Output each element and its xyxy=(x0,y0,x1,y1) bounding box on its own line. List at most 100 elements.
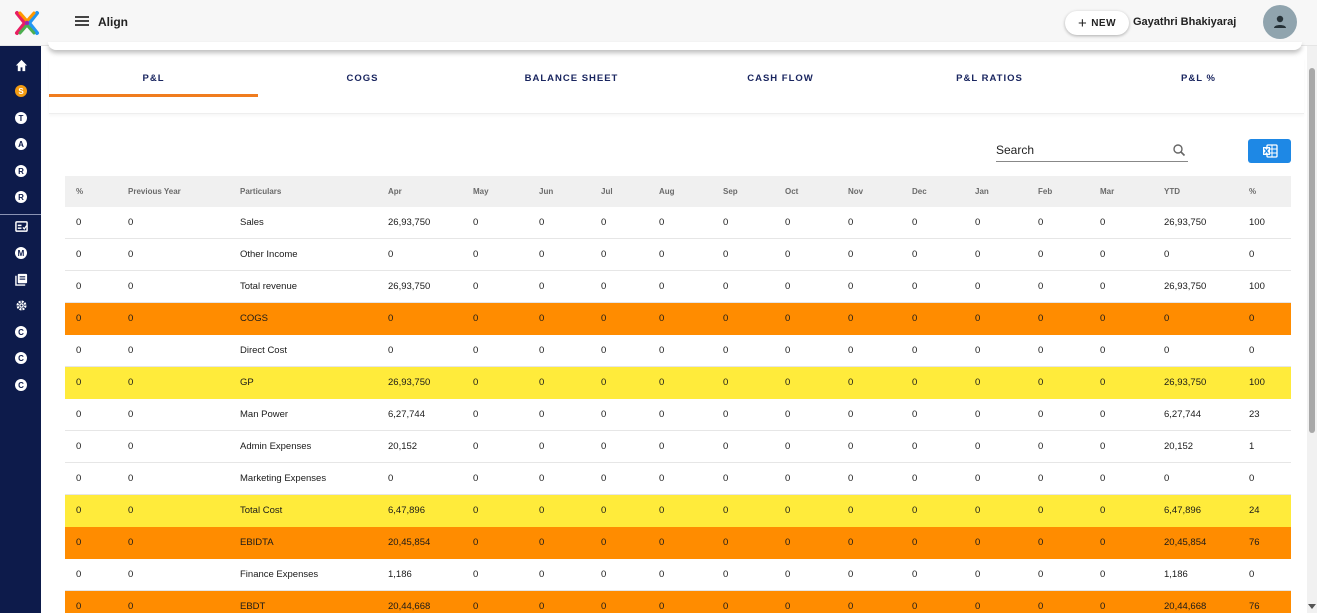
cell-jun-col: 0 xyxy=(539,281,545,292)
header-dec-col: Dec xyxy=(912,187,927,196)
cell-jun-col: 0 xyxy=(539,249,545,260)
app-logo-icon[interactable] xyxy=(14,10,40,36)
cell-mar-col: 0 xyxy=(1100,505,1106,516)
scroll-down-arrow-icon[interactable] xyxy=(1308,604,1316,609)
cell-sep-col: 0 xyxy=(723,601,729,612)
cell-jan-col: 0 xyxy=(975,601,981,612)
cell-oct-col: 0 xyxy=(785,601,791,612)
cell-oct-col: 0 xyxy=(785,569,791,580)
cell-dec-col: 0 xyxy=(912,409,918,420)
tab-cash-flow[interactable]: CASH FLOW xyxy=(676,58,885,98)
cell-jul-col: 0 xyxy=(601,409,607,420)
cell-jun-col: 0 xyxy=(539,601,545,612)
cell-pct-col: 0 xyxy=(76,505,82,516)
table-row: 0 0 COGS 0 0 0 0 0 0 0 0 0 0 0 0 0 0 xyxy=(65,303,1291,335)
cell-previous-year-col: 0 xyxy=(128,249,134,260)
cell-ytd-col: 26,93,750 xyxy=(1164,217,1207,228)
cell-ytd-pct-col: 76 xyxy=(1249,537,1260,548)
sidebar-item-a[interactable]: A xyxy=(14,137,28,151)
sidebar-item-library[interactable] xyxy=(14,272,28,286)
table-body: 0 0 Sales 26,93,750 0 0 0 0 0 0 0 0 0 0 0 26,93,750 100 0… xyxy=(65,207,1291,613)
header-mar-col: Mar xyxy=(1100,187,1115,196)
sidebar-item-c3[interactable]: C xyxy=(14,378,28,392)
tab-pnl-percent[interactable]: P&L % xyxy=(1094,58,1303,98)
header-ytd-pct-col: % xyxy=(1249,187,1257,196)
search-icon[interactable] xyxy=(1172,143,1186,157)
tab-cogs[interactable]: COGS xyxy=(258,58,467,98)
sidebar-item-dashboard[interactable] xyxy=(14,219,28,233)
cell-ytd-pct-col: 23 xyxy=(1249,409,1260,420)
cell-ytd-pct-col: 0 xyxy=(1249,345,1255,356)
search-input[interactable] xyxy=(996,140,1166,160)
sidebar-item-m[interactable]: M xyxy=(14,246,28,260)
cell-pct-col: 0 xyxy=(76,217,82,228)
cell-jul-col: 0 xyxy=(601,313,607,324)
cell-particulars-col: Man Power xyxy=(240,409,289,420)
cell-oct-col: 0 xyxy=(785,345,791,356)
cell-may-col: 0 xyxy=(473,377,479,388)
sidebar-item-c2[interactable]: C xyxy=(14,351,28,365)
cell-previous-year-col: 0 xyxy=(128,345,134,356)
cell-pct-col: 0 xyxy=(76,249,82,260)
cell-jun-col: 0 xyxy=(539,569,545,580)
top-bar: Align + NEW Gayathri Bhakiyaraj xyxy=(0,0,1317,46)
cell-jul-col: 0 xyxy=(601,601,607,612)
cell-ytd-col: 26,93,750 xyxy=(1164,281,1207,292)
cell-ytd-col: 20,44,668 xyxy=(1164,601,1207,612)
cell-sep-col: 0 xyxy=(723,249,729,260)
cell-oct-col: 0 xyxy=(785,537,791,548)
tab-pnl-ratios[interactable]: P&L RATIOS xyxy=(885,58,1094,98)
cell-nov-col: 0 xyxy=(848,217,854,228)
user-name: Gayathri Bhakiyaraj xyxy=(1133,16,1237,28)
tab-balance-sheet[interactable]: BALANCE SHEET xyxy=(467,58,676,98)
cell-pct-col: 0 xyxy=(76,537,82,548)
sidebar-item-r2[interactable]: R xyxy=(14,190,28,204)
scrollbar-thumb[interactable] xyxy=(1309,68,1315,433)
cell-ytd-pct-col: 100 xyxy=(1249,217,1265,228)
sidebar-item-r1[interactable]: R xyxy=(14,164,28,178)
cell-pct-col: 0 xyxy=(76,569,82,580)
cell-aug-col: 0 xyxy=(659,441,665,452)
tab-pnl[interactable]: P&L xyxy=(49,58,258,98)
cell-ytd-col: 0 xyxy=(1164,249,1170,260)
cell-particulars-col: Finance Expenses xyxy=(240,569,319,580)
sidebar-item-c1[interactable]: C xyxy=(14,325,28,339)
new-button[interactable]: + NEW xyxy=(1065,11,1129,35)
cell-jan-col: 0 xyxy=(975,377,981,388)
cell-dec-col: 0 xyxy=(912,313,918,324)
cell-pct-col: 0 xyxy=(76,441,82,452)
user-avatar[interactable] xyxy=(1263,5,1297,39)
sidebar-item-t[interactable]: T xyxy=(14,111,28,125)
plus-icon: + xyxy=(1077,14,1088,32)
cell-particulars-col: Admin Expenses xyxy=(240,441,312,452)
header-apr-col: Apr xyxy=(388,187,402,196)
cell-apr-col: 6,47,896 xyxy=(388,505,425,516)
export-excel-button[interactable] xyxy=(1248,139,1291,163)
vertical-scrollbar[interactable] xyxy=(1307,46,1317,613)
cell-pct-col: 0 xyxy=(76,345,82,356)
cell-feb-col: 0 xyxy=(1038,473,1044,484)
cell-pct-col: 0 xyxy=(76,313,82,324)
cell-oct-col: 0 xyxy=(785,441,791,452)
cell-mar-col: 0 xyxy=(1100,473,1106,484)
cell-pct-col: 0 xyxy=(76,281,82,292)
cell-jan-col: 0 xyxy=(975,217,981,228)
cell-jun-col: 0 xyxy=(539,473,545,484)
cell-mar-col: 0 xyxy=(1100,281,1106,292)
search-field[interactable] xyxy=(996,140,1188,162)
cell-particulars-col: Total Cost xyxy=(240,505,283,516)
cell-aug-col: 0 xyxy=(659,409,665,420)
cell-ytd-col: 20,152 xyxy=(1164,441,1194,452)
new-button-label: NEW xyxy=(1091,17,1117,29)
cell-jul-col: 0 xyxy=(601,217,607,228)
cell-previous-year-col: 0 xyxy=(128,313,134,324)
cell-apr-col: 0 xyxy=(388,249,394,260)
cell-oct-col: 0 xyxy=(785,409,791,420)
sidebar-item-settings[interactable] xyxy=(14,298,28,312)
sidebar-item-home[interactable] xyxy=(14,58,28,72)
header-pct-col: % xyxy=(76,187,84,196)
sidebar-item-s[interactable]: S xyxy=(14,84,28,98)
cell-jul-col: 0 xyxy=(601,569,607,580)
hamburger-menu-icon[interactable] xyxy=(74,14,92,30)
cell-jul-col: 0 xyxy=(601,505,607,516)
